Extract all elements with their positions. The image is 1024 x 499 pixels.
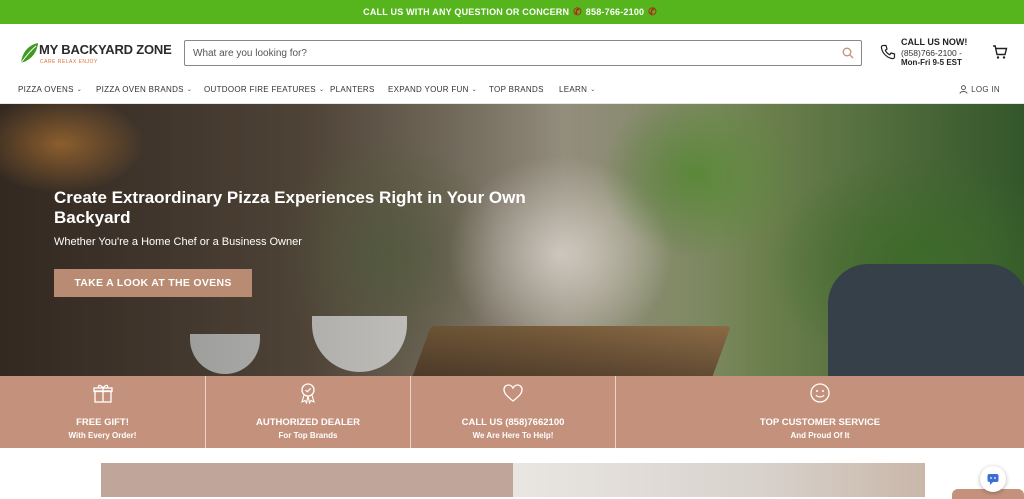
- chevron-down-icon: ⌄: [76, 87, 83, 93]
- nav-item-pizza-oven-brands[interactable]: PIZZA OVEN BRANDS ⌄: [96, 85, 192, 94]
- nav-item-label: PLANTERS: [330, 85, 375, 94]
- call-now-hours: Mon-Fri 9-5 EST: [901, 58, 962, 67]
- nav-item-learn[interactable]: LEARN ⌄: [559, 85, 596, 94]
- view-ovens-button[interactable]: TAKE A LOOK AT THE OVENS: [54, 269, 252, 297]
- promo-bar: CALL US WITH ANY QUESTION OR CONCERN ✆ 8…: [0, 0, 1024, 24]
- nav-item-pizza-ovens[interactable]: PIZZA OVENS ⌄: [18, 85, 82, 94]
- features-bar: FREE GIFT! With Every Order! AUTHORIZED …: [0, 376, 1024, 448]
- feature-title: TOP CUSTOMER SERVICE: [759, 417, 881, 428]
- nav-item-outdoor-fire-features[interactable]: OUTDOOR FIRE FEATURES ⌄: [204, 85, 324, 94]
- award-ribbon-icon: [301, 383, 315, 404]
- hero-title: Create Extraordinary Pizza Experiences R…: [54, 188, 526, 227]
- phone-icon: ✆: [648, 6, 657, 18]
- feature-free-gift: FREE GIFT! With Every Order!: [0, 376, 205, 448]
- feature-subtitle: We Are Here To Help!: [472, 431, 554, 440]
- search-input[interactable]: [193, 42, 837, 64]
- phone-icon: [880, 44, 896, 60]
- feature-subtitle: With Every Order!: [68, 431, 137, 440]
- login-link[interactable]: LOG IN: [959, 85, 1000, 94]
- feature-subtitle: And Proud Of It: [790, 431, 850, 440]
- feature-subtitle: For Top Brands: [278, 431, 338, 440]
- search-bar: [184, 40, 862, 66]
- call-now-block[interactable]: CALL US NOW! (858)766-2100 - Mon-Fri 9-5…: [878, 36, 988, 70]
- site-header: MY BACKYARD ZONE CARE RELAX ENJOY CALL U…: [0, 24, 1024, 80]
- site-logo[interactable]: MY BACKYARD ZONE CARE RELAX ENJOY: [18, 39, 172, 69]
- pizza-bible-promo-section: [101, 463, 925, 497]
- main-nav: PIZZA OVENS ⌄ PIZZA OVEN BRANDS ⌄ OUTDOO…: [0, 80, 1024, 104]
- smiley-icon: [810, 383, 830, 403]
- heart-icon: [503, 384, 523, 402]
- leaf-icon: [20, 43, 38, 64]
- user-icon: [959, 85, 968, 94]
- login-label: LOG IN: [971, 85, 1000, 94]
- pizza-bible-book-image: [513, 463, 925, 497]
- feature-call-us[interactable]: CALL US (858)7662100 We Are Here To Help…: [410, 376, 615, 448]
- chat-icon: [987, 474, 999, 485]
- nav-item-label: PIZZA OVEN BRANDS: [96, 85, 184, 94]
- chevron-down-icon: ⌄: [590, 87, 596, 93]
- nav-item-label: LEARN: [559, 85, 588, 94]
- feature-title: FREE GIFT!: [76, 417, 129, 428]
- promo-phone[interactable]: 858-766-2100: [586, 7, 644, 17]
- nav-item-expand-your-fun[interactable]: EXPAND YOUR FUN ⌄: [388, 85, 477, 94]
- promo-text: CALL US WITH ANY QUESTION OR CONCERN: [363, 7, 570, 17]
- nav-item-planters[interactable]: PLANTERS: [330, 85, 375, 94]
- feature-title: CALL US (858)7662100: [461, 417, 565, 428]
- gift-icon: [92, 384, 113, 403]
- brand-tagline: CARE RELAX ENJOY: [40, 59, 98, 65]
- nav-item-label: EXPAND YOUR FUN: [388, 85, 469, 94]
- hero-subtitle: Whether You're a Home Chef or a Business…: [54, 236, 302, 248]
- chevron-down-icon: ⌄: [471, 87, 477, 93]
- nav-item-label: OUTDOOR FIRE FEATURES: [204, 85, 316, 94]
- feature-title: AUTHORIZED DEALER: [256, 417, 360, 428]
- feature-authorized-dealer: AUTHORIZED DEALER For Top Brands: [205, 376, 410, 448]
- search-icon[interactable]: [837, 42, 859, 64]
- feature-customer-service: TOP CUSTOMER SERVICE And Proud Of It: [615, 376, 1024, 448]
- phone-icon: ✆: [573, 6, 582, 18]
- cart-icon[interactable]: [992, 44, 1008, 60]
- call-now-phone: (858)766-2100 -: [901, 48, 962, 58]
- chat-widget-button[interactable]: [980, 466, 1006, 492]
- hero-banner: Create Extraordinary Pizza Experiences R…: [0, 104, 1024, 376]
- chevron-down-icon: ⌄: [318, 87, 325, 93]
- nav-item-label: TOP BRANDS: [489, 85, 544, 94]
- call-now-title: CALL US NOW!: [901, 37, 968, 47]
- nav-item-top-brands[interactable]: TOP BRANDS: [489, 85, 544, 94]
- nav-item-label: PIZZA OVENS: [18, 85, 74, 94]
- chevron-down-icon: ⌄: [186, 87, 193, 93]
- brand-name: MY BACKYARD ZONE: [39, 42, 172, 57]
